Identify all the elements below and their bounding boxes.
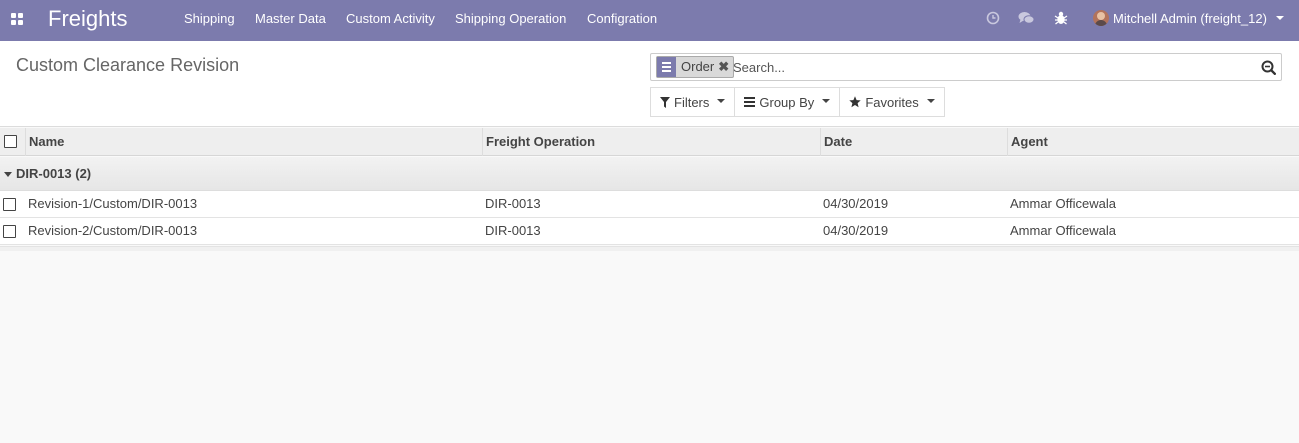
column-header-freight-operation[interactable]: Freight Operation [482, 128, 820, 156]
table-header: Name Freight Operation Date Agent [0, 128, 1299, 156]
user-avatar[interactable] [1093, 10, 1109, 26]
table-row[interactable]: Revision-1/Custom/DIR-0013 DIR-0013 04/3… [0, 191, 1299, 218]
search-bar[interactable]: Order ✖ [650, 53, 1282, 81]
chat-icon[interactable] [1018, 10, 1035, 26]
facet-remove-icon[interactable]: ✖ [717, 57, 733, 77]
caret-down-icon [4, 172, 12, 177]
bars-icon [744, 97, 756, 107]
user-menu-caret-icon[interactable] [1276, 16, 1284, 20]
column-header-date[interactable]: Date [820, 128, 1008, 156]
cell-date: 04/30/2019 [823, 196, 889, 211]
control-panel: Custom Clearance Revision Order ✖ Filter… [0, 41, 1299, 127]
cell-freight-operation: DIR-0013 [485, 223, 541, 238]
filter-icon [660, 96, 670, 108]
cell-name: Revision-2/Custom/DIR-0013 [28, 223, 198, 238]
cell-date: 04/30/2019 [823, 223, 889, 238]
clock-icon[interactable] [986, 10, 1000, 26]
table-footer [0, 246, 1299, 251]
search-input[interactable] [733, 57, 1253, 77]
group-by-caret-icon [822, 99, 831, 103]
apps-grid-icon[interactable] [11, 13, 23, 25]
menu-custom-activity[interactable]: Custom Activity [346, 12, 435, 26]
cell-freight-operation: DIR-0013 [485, 196, 541, 211]
menu-configration[interactable]: Configration [587, 12, 657, 26]
cell-agent: Ammar Officewala [1010, 223, 1116, 238]
menu-master-data[interactable]: Master Data [255, 12, 326, 26]
search-icon[interactable] [1261, 60, 1276, 75]
menu-shipping[interactable]: Shipping [184, 12, 235, 26]
group-by-facet-icon [657, 57, 676, 77]
filters-caret-icon [717, 99, 726, 103]
facet-label: Order [681, 59, 715, 74]
column-header-name[interactable]: Name [25, 128, 483, 156]
group-by-label: Group By [759, 94, 815, 110]
menu-shipping-operation[interactable]: Shipping Operation [455, 12, 566, 26]
row-checkbox[interactable] [3, 198, 16, 211]
top-navbar: Freights Shipping Master Data Custom Act… [0, 0, 1299, 41]
app-brand[interactable]: Freights [48, 6, 127, 32]
filters-button[interactable]: Filters [650, 87, 736, 117]
filters-label: Filters [674, 94, 710, 110]
select-all-checkbox[interactable] [4, 135, 17, 148]
group-label: DIR-0013 (2) [16, 166, 92, 181]
search-options: Filters Group By Favorites [650, 87, 945, 117]
favorites-button[interactable]: Favorites [839, 87, 945, 117]
search-facet-order[interactable]: Order ✖ [656, 56, 735, 78]
bug-icon[interactable] [1054, 10, 1068, 26]
user-menu-name[interactable]: Mitchell Admin (freight_12) [1113, 12, 1267, 26]
group-by-button[interactable]: Group By [734, 87, 841, 117]
favorites-caret-icon [926, 99, 935, 103]
table-row[interactable]: Revision-2/Custom/DIR-0013 DIR-0013 04/3… [0, 218, 1299, 245]
group-row[interactable]: DIR-0013 (2) [0, 157, 1299, 191]
cell-name: Revision-1/Custom/DIR-0013 [28, 196, 198, 211]
row-checkbox[interactable] [3, 225, 16, 238]
cell-agent: Ammar Officewala [1010, 196, 1116, 211]
favorites-label: Favorites [865, 94, 919, 110]
page-title: Custom Clearance Revision [16, 55, 240, 75]
column-header-agent[interactable]: Agent [1007, 128, 1299, 156]
star-icon [849, 96, 862, 108]
